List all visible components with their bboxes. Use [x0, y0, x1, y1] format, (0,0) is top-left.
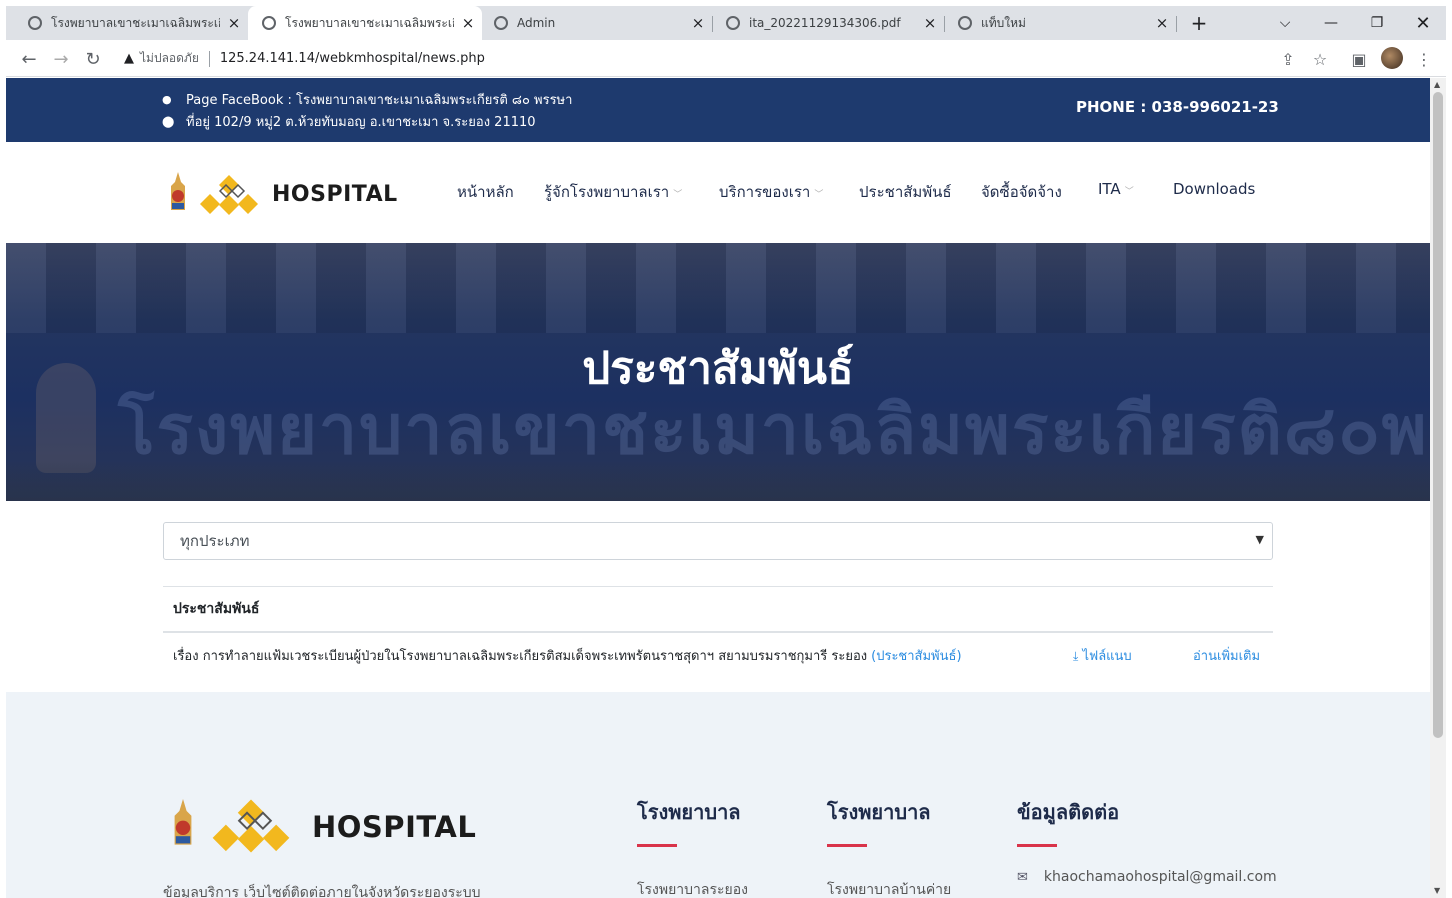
warning-icon: ▲	[124, 51, 134, 66]
globe-icon	[262, 16, 276, 30]
browser-tab-active[interactable]: โรงพยาบาลเขาชะเมาเฉลิมพระเกียรติ ×	[248, 6, 482, 40]
table-header: ประชาสัมพันธ์	[163, 587, 1273, 633]
back-icon[interactable]: ←	[16, 46, 42, 72]
logo-text[interactable]: HOSPITAL	[272, 182, 398, 207]
scroll-up-icon[interactable]: ▲	[1434, 80, 1440, 89]
side-panel-icon[interactable]: ▣	[1346, 46, 1372, 72]
security-label[interactable]: ไม่ปลอดภัย	[140, 49, 199, 68]
footer-column-title: ข้อมูลติดต่อ	[1017, 800, 1120, 824]
close-icon[interactable]: ×	[220, 14, 248, 32]
footer-link[interactable]: โรงพยาบาลระยอง	[637, 879, 748, 898]
forward-icon[interactable]: →	[48, 46, 74, 72]
footer-column-title: โรงพยาบาล	[637, 800, 741, 824]
browser-tab[interactable]: แท็บใหม่ ×	[944, 6, 1176, 40]
address-bar[interactable]: ▲ ไม่ปลอดภัย 125.24.141.14/webkmhospital…	[114, 44, 1324, 73]
footer-email[interactable]: ✉ khaochamaohospital@gmail.com	[1017, 869, 1277, 885]
page-title: ประชาสัมพันธ์	[582, 343, 854, 394]
nav-item-ita[interactable]: ITA ﹀	[1098, 180, 1134, 198]
browser-tab[interactable]: Admin ×	[480, 6, 712, 40]
bookmark-star-icon[interactable]: ☆	[1307, 46, 1333, 72]
chevron-down-icon: ﹀	[1124, 187, 1134, 197]
map-marker-icon: ⬤	[162, 115, 175, 128]
attachment-link[interactable]: ⤓ ไฟล์แนบ	[1073, 645, 1132, 666]
hospital-emblem-icon	[174, 799, 192, 845]
hospital-emblem-icon[interactable]	[168, 172, 188, 212]
phone-number: PHONE : 038-996021-23	[1076, 98, 1279, 116]
chrome-icon	[958, 16, 972, 30]
contact-topbar: ● Page FaceBook : โรงพยาบาลเขาชะเมาเฉลิม…	[6, 78, 1430, 142]
footer-column-contact: ข้อมูลติดต่อ ✉ khaochamaohospital@gmail.…	[1017, 796, 1277, 885]
close-icon[interactable]: ×	[1148, 14, 1176, 32]
hospital-logo-icon[interactable]	[198, 174, 260, 216]
scrollbar-thumb[interactable]	[1433, 92, 1443, 738]
page-banner: โรงพยาบาลเขาชะเมาเฉลิมพระเกียรติ๘๐พรรษา …	[6, 243, 1430, 501]
facebook-line[interactable]: ● Page FaceBook : โรงพยาบาลเขาชะเมาเฉลิม…	[162, 89, 572, 110]
category-selected-value: ทุกประเภท	[180, 532, 250, 550]
minimize-icon[interactable]: —	[1308, 6, 1354, 40]
site-header: HOSPITAL หน้าหลัก รู้จักโรงพยาบาลเรา ﹀ บร…	[6, 142, 1430, 243]
menu-kebab-icon[interactable]: ⋮	[1411, 46, 1437, 72]
footer-column-hospitals: โรงพยาบาล โรงพยาบาลระยอง	[637, 796, 748, 898]
share-icon[interactable]: ⇪	[1275, 46, 1301, 72]
scroll-down-icon[interactable]: ▼	[1434, 886, 1440, 895]
category-select[interactable]: ทุกประเภท ▼	[163, 522, 1273, 560]
footer-description: ข้อมูลบริการ เว็บไซต์ติดต่อภายในจังหวัดร…	[163, 885, 481, 898]
globe-icon	[494, 16, 508, 30]
banner-photo	[6, 243, 1430, 333]
nav-item-home[interactable]: หน้าหลัก	[457, 180, 514, 204]
news-title[interactable]: เรื่อง การทำลายแฟ้มเวชระเบียนผู้ป่วยในโร…	[173, 645, 867, 666]
tab-title: ita_20221129134306.pdf	[749, 16, 901, 30]
globe-icon	[726, 16, 740, 30]
chat-bubble-icon: ●	[162, 93, 172, 106]
new-tab-button[interactable]: +	[1176, 6, 1222, 40]
close-icon[interactable]: ×	[684, 14, 712, 32]
chevron-down-icon: ﹀	[673, 190, 683, 200]
envelope-icon: ✉	[1017, 869, 1028, 885]
footer-column-hospitals-2: โรงพยาบาล โรงพยาบาลบ้านค่าย	[827, 796, 951, 898]
browser-tab[interactable]: ita_20221129134306.pdf ×	[712, 6, 944, 40]
browser-toolbar: ← → ↻ ▲ ไม่ปลอดภัย 125.24.141.14/webkmho…	[6, 40, 1446, 77]
download-icon: ⤓	[1073, 648, 1079, 663]
nav-item-services[interactable]: บริการของเรา ﹀	[719, 180, 823, 204]
chevron-down-icon: ▼	[1255, 533, 1264, 546]
page-viewport: ● Page FaceBook : โรงพยาบาลเขาชะเมาเฉลิม…	[6, 78, 1430, 898]
read-more-link[interactable]: อ่านเพิ่มเติม	[1193, 645, 1260, 666]
page-scrollbar[interactable]: ▲ ▼	[1430, 78, 1446, 898]
nav-item-downloads[interactable]: Downloads	[1173, 180, 1255, 198]
window-close-icon[interactable]: ✕	[1400, 6, 1446, 40]
tab-title: Admin	[517, 16, 556, 30]
news-table: ประชาสัมพันธ์ เรื่อง การทำลายแฟ้มเวชระเบ…	[163, 586, 1273, 677]
url-text[interactable]: 125.24.141.14/webkmhospital/news.php	[220, 51, 485, 66]
footer-link[interactable]: โรงพยาบาลบ้านค่าย	[827, 879, 951, 898]
restore-icon[interactable]: ❐	[1354, 6, 1400, 40]
facebook-text: Page FaceBook : โรงพยาบาลเขาชะเมาเฉลิมพร…	[186, 93, 573, 108]
profile-avatar[interactable]	[1381, 47, 1403, 69]
browser-tab[interactable]: โรงพยาบาลเขาชะเมาเฉลิมพระเกียรติ ×	[14, 6, 248, 40]
globe-icon	[28, 16, 42, 30]
news-category[interactable]: (ประชาสัมพันธ์)	[871, 645, 961, 666]
browser-tab-strip: โรงพยาบาลเขาชะเมาเฉลิมพระเกียรติ × โรงพย…	[6, 6, 1446, 40]
address-text: ที่อยู่ 102/9 หมู่2 ต.ห้วยทับมอญ อ.เขาชะ…	[186, 115, 536, 130]
close-icon[interactable]: ×	[916, 14, 944, 32]
site-footer: HOSPITAL ข้อมูลบริการ เว็บไซต์ติดต่อภายใ…	[6, 692, 1430, 898]
tab-search-icon[interactable]: ⌵	[1262, 6, 1308, 40]
footer-logo-text: HOSPITAL	[312, 810, 477, 844]
tab-title: โรงพยาบาลเขาชะเมาเฉลิมพระเกียรติ	[51, 15, 220, 30]
tab-title: โรงพยาบาลเขาชะเมาเฉลิมพระเกียรติ	[285, 15, 454, 30]
nav-item-procurement[interactable]: จัดซื้อจัดจ้าง	[981, 180, 1062, 204]
tab-title: แท็บใหม่	[981, 15, 1026, 30]
nav-item-about[interactable]: รู้จักโรงพยาบาลเรา ﹀	[544, 180, 682, 204]
nav-item-news[interactable]: ประชาสัมพันธ์	[859, 180, 952, 204]
table-row: เรื่อง การทำลายแฟ้มเวชระเบียนผู้ป่วยในโร…	[163, 633, 1273, 677]
chevron-down-icon: ﹀	[814, 190, 824, 200]
reload-icon[interactable]: ↻	[80, 46, 106, 72]
hospital-logo-icon	[212, 799, 290, 853]
address-line: ⬤ ที่อยู่ 102/9 หมู่2 ต.ห้วยทับมอญ อ.เขา…	[162, 111, 536, 132]
close-icon[interactable]: ×	[454, 14, 482, 32]
footer-column-title: โรงพยาบาล	[827, 800, 931, 824]
